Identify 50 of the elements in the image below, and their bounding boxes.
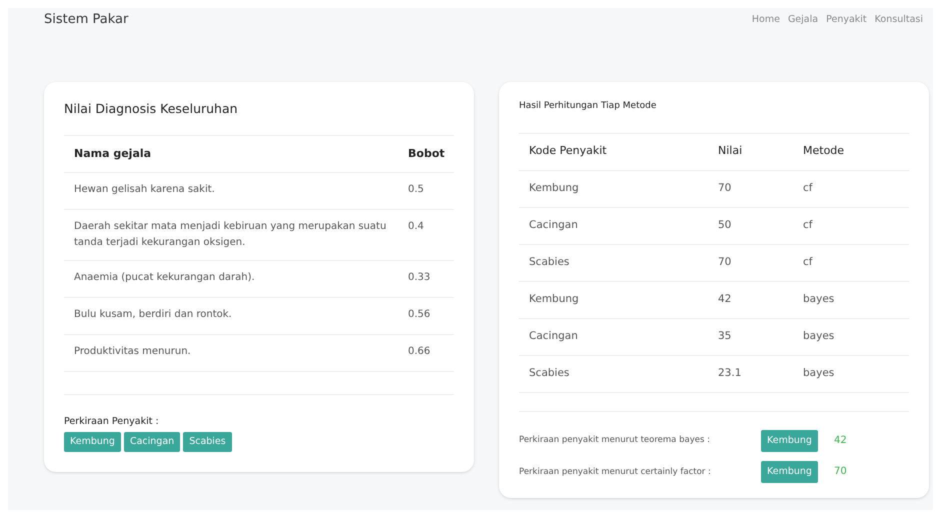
estimate-label: Perkiraan Penyakit : (64, 414, 160, 429)
result-value: 42 (834, 434, 847, 448)
column-header: Bobot (408, 146, 444, 162)
disease-tag: Cacingan (124, 432, 180, 452)
table-cell-text: 0.56 (408, 308, 432, 322)
table-cell-text: 35 (718, 328, 732, 344)
table-cell-text: Kembung (529, 292, 580, 307)
result-value: 70 (834, 465, 847, 480)
table-cell-text: cf (803, 180, 812, 196)
table-cell-text: 50 (718, 218, 732, 233)
column-header: Nilai (718, 143, 744, 160)
card-title: Nilai Diagnosis Keseluruhan (64, 100, 239, 118)
result-label: Perkiraan penyakit menurut teorema bayes : (519, 434, 711, 447)
table-cell-text: cf (803, 218, 812, 233)
table-cell-text: Daerah sekitar mata menjadi kebiruan yang merupakan suatu tanda terjadi kekurangan oksigen. (74, 220, 388, 250)
table-cell-text: 42 (718, 292, 732, 307)
nav-link[interactable]: Konsultasi (874, 12, 923, 28)
table-cell-text: Cacingan (529, 218, 579, 233)
nav-link[interactable]: Penyakit (826, 12, 867, 28)
table-cell-text: Cacingan (529, 328, 579, 344)
disease-tag: Scabies (183, 432, 232, 452)
table-cell-text: Scabies (529, 254, 570, 270)
column-header: Metode (803, 143, 844, 160)
table-cell-text: bayes (803, 292, 834, 307)
table-cell-text: 0.33 (408, 270, 432, 285)
table-cell-text: cf (803, 254, 812, 270)
table-cell-text: 70 (718, 254, 732, 270)
table-cell-text: Bulu kusam, berdiri dan rontok. (74, 308, 233, 322)
table-cell-text: 0.5 (408, 182, 425, 197)
disease-tag: Kembung (64, 432, 121, 452)
table-cell-text: 23.1 (718, 366, 742, 381)
nav-link[interactable]: Home (752, 12, 780, 28)
table-cell-text: bayes (803, 328, 834, 344)
table-cell-text: Anaemia (pucat kekurangan darah). (74, 270, 256, 285)
table-cell-text: Scabies (529, 366, 570, 381)
column-header: Nama gejala (74, 146, 152, 162)
disease-tag: Kembung (761, 460, 818, 483)
table-cell-text: 0.66 (408, 344, 432, 359)
column-header: Kode Penyakit (529, 143, 608, 160)
table-cell-text: bayes (803, 366, 834, 381)
table-cell-text: 0.4 (408, 220, 425, 234)
result-label: Perkiraan penyakit menurut certainly factor : (519, 466, 712, 478)
card-title: Hasil Perhitungan Tiap Metode (519, 100, 658, 113)
table-cell-text: Hewan gelisah karena sakit. (74, 182, 216, 197)
table-cell-text: 70 (718, 180, 732, 196)
nav-link[interactable]: Gejala (788, 12, 818, 28)
table-cell-text: Kembung (529, 180, 580, 196)
brand-title[interactable]: Sistem Pakar (44, 10, 128, 30)
table-cell-text: Produktivitas menurun. (74, 344, 192, 359)
disease-tag: Kembung (761, 430, 818, 452)
